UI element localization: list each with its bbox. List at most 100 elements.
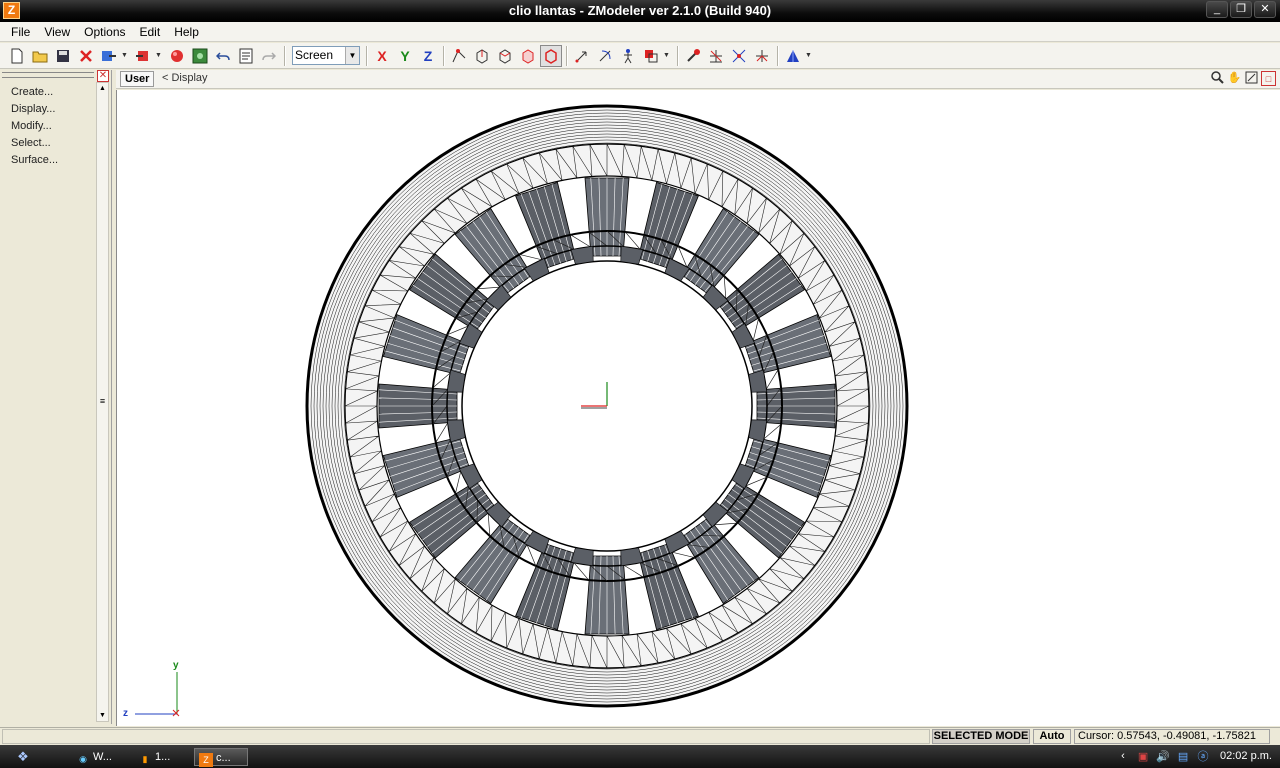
menu-edit[interactable]: Edit	[133, 23, 168, 41]
split-tool-icon[interactable]	[705, 45, 727, 67]
triad-x-marker	[172, 709, 180, 717]
render-ball-icon[interactable]	[166, 45, 188, 67]
select-vertex-icon[interactable]	[448, 45, 470, 67]
undo-icon[interactable]	[212, 45, 234, 67]
restore-button[interactable]: ❐	[1230, 1, 1252, 18]
select-face-icon[interactable]	[494, 45, 516, 67]
app-icon: ▮	[142, 754, 148, 764]
auto-indicator[interactable]: Auto	[1033, 729, 1071, 744]
new-file-icon[interactable]	[6, 45, 28, 67]
taskbar-item-browser[interactable]: ◉ W...	[72, 748, 132, 766]
cut-tool-icon[interactable]	[728, 45, 750, 67]
chevron-down-icon[interactable]: ▼	[345, 47, 359, 64]
scroll-grip-icon[interactable]: ≡	[98, 395, 107, 407]
cursor-readout: Cursor: 0.57543, -0.49081, -1.75821	[1074, 729, 1270, 744]
network-icon[interactable]: ▣	[1136, 750, 1150, 763]
command-surface[interactable]: Surface...	[11, 152, 58, 169]
taskbar-item-zmodeler[interactable]: Zc...	[194, 748, 248, 767]
view-mode-select[interactable]: Screen ▼	[292, 46, 360, 65]
figure-tool-icon[interactable]	[617, 45, 639, 67]
redo-icon[interactable]	[258, 45, 280, 67]
rotate-tool-icon[interactable]	[594, 45, 616, 67]
inner-stub	[570, 245, 594, 265]
taskbar-item-app[interactable]: ▮ 1...	[134, 748, 192, 766]
messenger-icon[interactable]: ⓐ	[1196, 748, 1210, 764]
move-tool-icon[interactable]	[571, 45, 593, 67]
pan-hand-icon[interactable]: ✋	[1227, 71, 1242, 86]
inner-stub	[620, 245, 644, 265]
start-orb-icon[interactable]: ❖	[8, 748, 38, 765]
paint-tool-icon[interactable]	[682, 45, 704, 67]
zoom-icon[interactable]	[1210, 71, 1225, 86]
system-tray: ‹ ▣ 🔊 ▤ ⓐ 02:02 p.m.	[1116, 748, 1272, 764]
command-modify[interactable]: Modify...	[11, 118, 58, 135]
panel-scrollbar[interactable]: ▲ ≡ ▼	[96, 82, 109, 722]
light-dropdown-icon[interactable]: ▼	[805, 52, 813, 59]
command-create[interactable]: Create...	[11, 84, 58, 101]
breadcrumb[interactable]: < Display	[162, 72, 208, 84]
selected-mode-indicator[interactable]: SELECTED MODE	[932, 729, 1030, 744]
properties-icon[interactable]	[235, 45, 257, 67]
open-folder-icon[interactable]	[29, 45, 51, 67]
transform-dropdown-icon[interactable]: ▼	[663, 52, 671, 59]
scroll-up-icon[interactable]: ▲	[97, 83, 108, 94]
select-object-icon[interactable]	[517, 45, 539, 67]
browser-icon: ◉	[79, 754, 87, 764]
import-icon[interactable]	[98, 45, 120, 67]
toolbar-separator	[366, 45, 368, 66]
minimize-button[interactable]: _	[1206, 1, 1228, 18]
rim-spoke	[756, 383, 836, 429]
tray-app-icon[interactable]: ▤	[1176, 750, 1190, 763]
viewport-label[interactable]: User	[120, 71, 155, 87]
command-display[interactable]: Display...	[11, 101, 58, 118]
export-dropdown-icon[interactable]: ▼	[155, 52, 163, 59]
main-toolbar: ▼ ▼ Screen ▼ X Y Z ▼ ▼	[0, 43, 1280, 69]
scale-tool-icon[interactable]	[640, 45, 662, 67]
taskbar-item-label: 1...	[155, 751, 171, 763]
status-message	[2, 729, 930, 744]
select-group-icon[interactable]	[540, 44, 562, 67]
rim-spoke	[378, 383, 458, 429]
status-bar: SELECTED MODE Auto Cursor: 0.57543, -0.4…	[0, 727, 1280, 745]
axis-z-button[interactable]: Z	[417, 45, 439, 67]
delete-x-icon[interactable]	[75, 45, 97, 67]
scroll-down-icon[interactable]: ▼	[97, 710, 108, 721]
light-cone-icon[interactable]	[782, 45, 804, 67]
window-title: clio llantas - ZModeler ver 2.1.0 (Build…	[508, 3, 772, 18]
command-select[interactable]: Select...	[11, 135, 58, 152]
axis-y-button[interactable]: Y	[394, 45, 416, 67]
menu-options[interactable]: Options	[77, 23, 132, 41]
menu-file[interactable]: File	[4, 23, 37, 41]
rim-spoke	[584, 177, 630, 257]
axis-y-label: y	[173, 660, 179, 671]
axis-x-button[interactable]: X	[371, 45, 393, 67]
inner-stub	[748, 419, 768, 443]
maximize-viewport-icon[interactable]: □	[1261, 71, 1276, 86]
menu-bar: File View Options Edit Help	[0, 22, 1280, 42]
materials-icon[interactable]	[189, 45, 211, 67]
save-disk-icon[interactable]	[52, 45, 74, 67]
toolbar-separator	[566, 45, 568, 66]
weld-tool-icon[interactable]	[751, 45, 773, 67]
command-list: Create... Display... Modify... Select...…	[11, 84, 58, 169]
menu-help[interactable]: Help	[167, 23, 206, 41]
close-button[interactable]: ✕	[1254, 1, 1276, 18]
command-panel: ✕ Create... Display... Modify... Select.…	[0, 70, 112, 724]
volume-icon[interactable]: 🔊	[1156, 750, 1170, 763]
toolbar-separator	[284, 45, 286, 66]
zoom-extents-icon[interactable]	[1244, 71, 1259, 86]
3d-viewport[interactable]: y z	[116, 90, 1280, 726]
taskbar: ❖ ◉ W... ▮ 1... Zc... ‹ ▣ 🔊 ▤ ⓐ 02:02 p.m.	[0, 745, 1280, 768]
clock: 02:02 p.m.	[1220, 750, 1272, 762]
tray-expand-icon[interactable]: ‹	[1116, 750, 1130, 762]
menu-view[interactable]: View	[37, 23, 77, 41]
inner-stub	[446, 419, 466, 443]
import-dropdown-icon[interactable]: ▼	[121, 52, 129, 59]
select-edge-icon[interactable]	[471, 45, 493, 67]
export-icon[interactable]	[132, 45, 154, 67]
panel-close-icon[interactable]: ✕	[97, 70, 109, 82]
title-bar: Z clio llantas - ZModeler ver 2.1.0 (Bui…	[0, 0, 1280, 22]
toolbar-separator	[443, 45, 445, 66]
taskbar-item-label: c...	[216, 752, 231, 764]
panel-grip[interactable]	[2, 72, 94, 78]
